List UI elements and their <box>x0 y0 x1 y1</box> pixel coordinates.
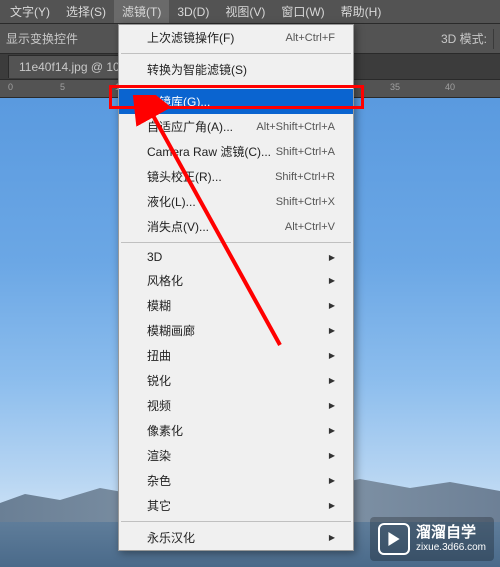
watermark: 溜溜自学 zixue.3d66.com <box>370 517 494 561</box>
menu-view[interactable]: 视图(V) <box>217 0 273 23</box>
menu-item-other[interactable]: 其它 <box>119 493 353 518</box>
menu-item-camera-raw[interactable]: Camera Raw 滤镜(C)... Shift+Ctrl+A <box>119 139 353 164</box>
menu-item-label: 视频 <box>147 397 323 414</box>
menu-item-label: 消失点(V)... <box>147 218 285 235</box>
menu-item-label: 扭曲 <box>147 347 323 364</box>
menu-item-yongle[interactable]: 永乐汉化 <box>119 525 353 550</box>
menu-item-lens-correction[interactable]: 镜头校正(R)... Shift+Ctrl+R <box>119 164 353 189</box>
menu-item-shortcut: Shift+Ctrl+R <box>275 171 335 183</box>
menu-item-last-filter[interactable]: 上次滤镜操作(F) Alt+Ctrl+F <box>119 25 353 50</box>
menu-item-shortcut: Shift+Ctrl+A <box>276 146 335 158</box>
menu-item-shortcut: Shift+Ctrl+X <box>276 196 335 208</box>
ruler-tick: 40 <box>445 82 455 92</box>
menu-item-label: 锐化 <box>147 372 323 389</box>
menu-item-label: 滤镜库(G)... <box>147 93 335 110</box>
menu-separator <box>121 242 351 243</box>
menu-item-video[interactable]: 视频 <box>119 393 353 418</box>
menu-item-pixelate[interactable]: 像素化 <box>119 418 353 443</box>
menu-filter[interactable]: 滤镜(T) <box>114 0 169 23</box>
menu-item-label: 像素化 <box>147 422 323 439</box>
menu-item-label: 自适应广角(A)... <box>147 118 256 135</box>
menu-select[interactable]: 选择(S) <box>58 0 114 23</box>
menu-item-distort[interactable]: 扭曲 <box>119 343 353 368</box>
ruler-tick: 35 <box>390 82 400 92</box>
menu-item-adaptive-wide-angle[interactable]: 自适应广角(A)... Alt+Shift+Ctrl+A <box>119 114 353 139</box>
filter-menu-dropdown: 上次滤镜操作(F) Alt+Ctrl+F 转换为智能滤镜(S) 滤镜库(G)..… <box>118 24 354 551</box>
menu-window[interactable]: 窗口(W) <box>273 0 332 23</box>
menu-item-noise[interactable]: 杂色 <box>119 468 353 493</box>
ruler-tick: 0 <box>8 82 13 92</box>
menu-item-liquify[interactable]: 液化(L)... Shift+Ctrl+X <box>119 189 353 214</box>
menu-item-label: 风格化 <box>147 272 323 289</box>
play-icon <box>378 523 410 555</box>
show-transform-controls-label: 显示变换控件 <box>6 30 78 47</box>
menu-item-render[interactable]: 渲染 <box>119 443 353 468</box>
menu-item-shortcut: Alt+Ctrl+V <box>285 221 335 233</box>
menu-item-label: 杂色 <box>147 472 323 489</box>
watermark-title: 溜溜自学 <box>416 524 486 542</box>
menu-item-shortcut: Alt+Ctrl+F <box>285 32 335 44</box>
menu-item-label: 3D <box>147 250 323 264</box>
menu-help[interactable]: 帮助(H) <box>333 0 390 23</box>
menu-bar: 文字(Y) 选择(S) 滤镜(T) 3D(D) 视图(V) 窗口(W) 帮助(H… <box>0 0 500 24</box>
menu-item-label: 模糊画廊 <box>147 322 323 339</box>
menu-separator <box>121 521 351 522</box>
menu-item-label: 其它 <box>147 497 323 514</box>
menu-item-label: 模糊 <box>147 297 323 314</box>
menu-item-label: Camera Raw 滤镜(C)... <box>147 143 276 160</box>
menu-item-convert-smart-filter[interactable]: 转换为智能滤镜(S) <box>119 57 353 82</box>
menu-item-vanishing-point[interactable]: 消失点(V)... Alt+Ctrl+V <box>119 214 353 239</box>
menu-item-stylize[interactable]: 风格化 <box>119 268 353 293</box>
menu-item-blur-gallery[interactable]: 模糊画廊 <box>119 318 353 343</box>
menu-3d[interactable]: 3D(D) <box>169 2 217 22</box>
menu-separator <box>121 53 351 54</box>
menu-item-shortcut: Alt+Shift+Ctrl+A <box>256 121 335 133</box>
menu-item-label: 转换为智能滤镜(S) <box>147 61 335 78</box>
menu-text[interactable]: 文字(Y) <box>2 0 58 23</box>
menu-item-label: 液化(L)... <box>147 193 276 210</box>
menu-item-filter-gallery[interactable]: 滤镜库(G)... <box>119 89 353 114</box>
menu-item-blur[interactable]: 模糊 <box>119 293 353 318</box>
menu-item-sharpen[interactable]: 锐化 <box>119 368 353 393</box>
watermark-url: zixue.3d66.com <box>416 542 486 554</box>
ruler-tick: 5 <box>60 82 65 92</box>
menu-separator <box>121 85 351 86</box>
menu-item-3d[interactable]: 3D <box>119 246 353 268</box>
menu-item-label: 永乐汉化 <box>147 529 323 546</box>
menu-item-label: 渲染 <box>147 447 323 464</box>
menu-item-label: 镜头校正(R)... <box>147 168 275 185</box>
mode-3d-label: 3D 模式: <box>441 30 487 47</box>
menu-item-label: 上次滤镜操作(F) <box>147 29 285 46</box>
